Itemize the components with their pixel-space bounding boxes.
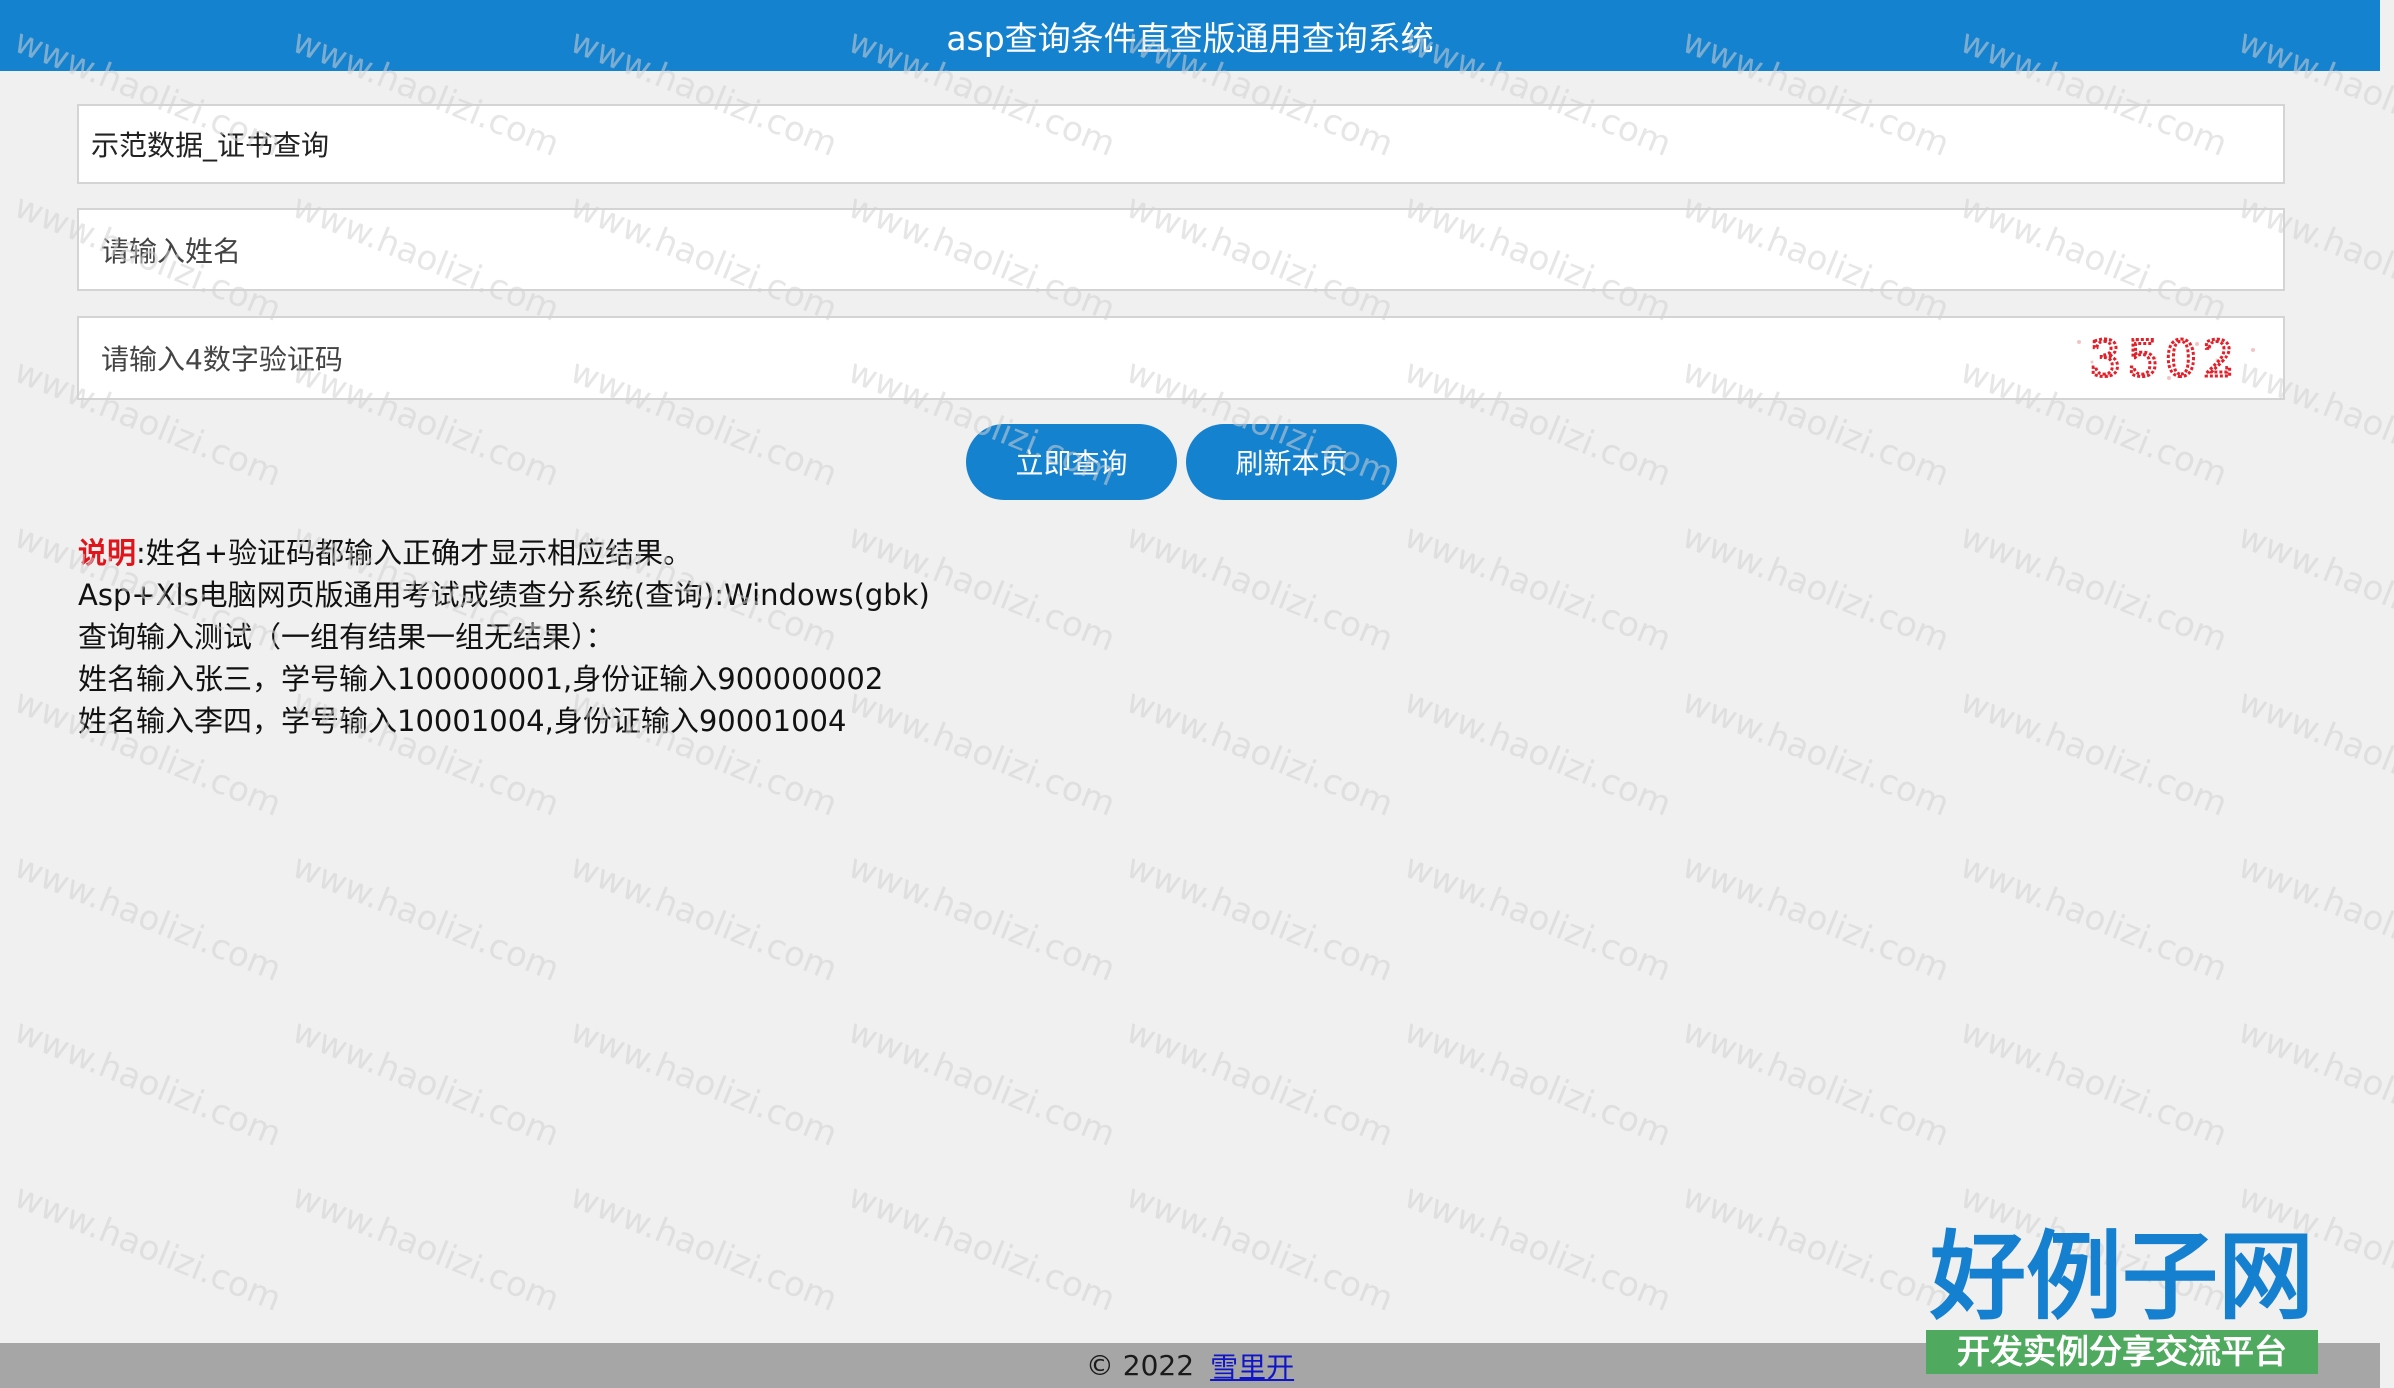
watermark-text: www.haolizi.com xyxy=(2233,516,2394,659)
watermark-text: www.haolizi.com xyxy=(1677,846,1955,989)
dataset-select-value: 示范数据_证书查询 xyxy=(91,129,330,162)
captcha-text: 3502 xyxy=(2089,332,2240,386)
watermark-text: www.haolizi.com xyxy=(1121,681,1399,824)
watermark-text: www.haolizi.com xyxy=(1677,681,1955,824)
query-button[interactable]: 立即查询 xyxy=(966,424,1177,500)
refresh-button[interactable]: 刷新本页 xyxy=(1186,424,1397,500)
page-title: asp查询条件直查版通用查询系统 xyxy=(946,18,1434,58)
watermark-text: www.haolizi.com xyxy=(1399,681,1677,824)
footer-copyright: © 2022 xyxy=(1085,1349,1195,1382)
site-logo: 好例子网 开发实例分享交流平台 xyxy=(1926,1220,2318,1374)
captcha-input-placeholder: 请输入4数字验证码 xyxy=(101,343,343,376)
watermark-text: www.haolizi.com xyxy=(2233,846,2394,989)
watermark-text: www.haolizi.com xyxy=(1399,1176,1677,1319)
watermark-text: www.haolizi.com xyxy=(287,846,565,989)
watermark-text: www.haolizi.com xyxy=(1121,1011,1399,1154)
instruction-label: 说明 xyxy=(78,536,137,570)
watermark-text: www.haolizi.com xyxy=(1121,1176,1399,1319)
logo-main-text: 好例子网 xyxy=(1929,1220,2314,1333)
watermark-text: www.haolizi.com xyxy=(1955,516,2233,659)
dataset-select[interactable]: 示范数据_证书查询 xyxy=(77,104,2285,184)
name-input[interactable]: 请输入姓名 xyxy=(77,208,2285,291)
watermark-text: www.haolizi.com xyxy=(565,846,843,989)
instructions: 说明:姓名+验证码都输入正确才显示相应结果。 Asp+Xls电脑网页版通用考试成… xyxy=(78,532,930,742)
captcha-image[interactable]: 3502 xyxy=(2067,332,2263,386)
footer-author-link[interactable]: 雪里开 xyxy=(1210,1346,1294,1386)
watermark-text: www.haolizi.com xyxy=(1677,516,1955,659)
watermark-text: www.haolizi.com xyxy=(2233,1011,2394,1154)
watermark-text: www.haolizi.com xyxy=(565,1176,843,1319)
watermark-text: www.haolizi.com xyxy=(1677,1176,1955,1319)
watermark-text: www.haolizi.com xyxy=(1677,1011,1955,1154)
page-title-bar: asp查询条件直查版通用查询系统 xyxy=(0,0,2380,71)
logo-sub-text: 开发实例分享交流平台 xyxy=(1957,1332,2287,1371)
watermark-text: www.haolizi.com xyxy=(2233,681,2394,824)
watermark-text: www.haolizi.com xyxy=(843,1176,1121,1319)
watermark-text: www.haolizi.com xyxy=(1121,846,1399,989)
refresh-button-label: 刷新本页 xyxy=(1235,447,1348,480)
watermark-text: www.haolizi.com xyxy=(9,1011,287,1154)
watermark-text: www.haolizi.com xyxy=(1955,1011,2233,1154)
instruction-line-1-text: :姓名+验证码都输入正确才显示相应结果。 xyxy=(136,536,693,570)
watermark-text: www.haolizi.com xyxy=(9,1176,287,1319)
watermark-text: www.haolizi.com xyxy=(1121,516,1399,659)
watermark-text: www.haolizi.com xyxy=(287,1011,565,1154)
watermark-text: www.haolizi.com xyxy=(1955,846,2233,989)
page: asp查询条件直查版通用查询系统 示范数据_证书查询 请输入姓名 请输入4数字验… xyxy=(0,0,2394,1388)
watermark-text: www.haolizi.com xyxy=(565,1011,843,1154)
watermark-text: www.haolizi.com xyxy=(1955,681,2233,824)
instruction-line-2: Asp+Xls电脑网页版通用考试成绩查分系统(查询):Windows(gbk) xyxy=(78,578,930,612)
watermark-text: www.haolizi.com xyxy=(843,1011,1121,1154)
watermark-text: www.haolizi.com xyxy=(9,846,287,989)
query-button-label: 立即查询 xyxy=(1015,447,1128,480)
captcha-input[interactable]: 请输入4数字验证码 3502 xyxy=(77,316,2285,400)
watermark-text: www.haolizi.com xyxy=(1399,846,1677,989)
watermark-text: www.haolizi.com xyxy=(1399,1011,1677,1154)
instruction-line-4: 姓名输入张三，学号输入100000001,身份证输入900000002 xyxy=(78,662,884,696)
instruction-line-5: 姓名输入李四，学号输入10001004,身份证输入90001004 xyxy=(78,704,847,738)
watermark-text: www.haolizi.com xyxy=(843,846,1121,989)
name-input-placeholder: 请输入姓名 xyxy=(101,234,242,268)
watermark-text: www.haolizi.com xyxy=(1399,516,1677,659)
instruction-line-3: 查询输入测试（一组有结果一组无结果）： xyxy=(78,620,615,654)
instruction-line-1: 说明:姓名+验证码都输入正确才显示相应结果。 xyxy=(78,532,930,574)
watermark-text: www.haolizi.com xyxy=(287,1176,565,1319)
